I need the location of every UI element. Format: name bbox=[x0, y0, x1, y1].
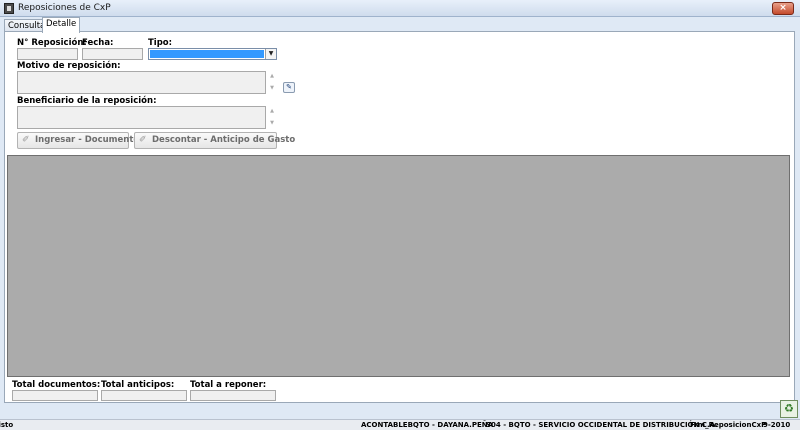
search-tool-icon[interactable]: ✎ bbox=[283, 82, 295, 93]
pencil-icon: ✐ bbox=[22, 135, 30, 145]
fecha-field[interactable] bbox=[82, 48, 143, 60]
total-documentos-label: Total documentos: bbox=[12, 380, 101, 390]
document-icon bbox=[4, 3, 14, 14]
numero-reposicion-field[interactable] bbox=[17, 48, 78, 60]
ingresar-documento-label: Ingresar - Documento bbox=[35, 135, 140, 145]
status-user: ACONTABLEBQTO - DAYANA.PEÑA bbox=[361, 421, 494, 429]
documents-grid[interactable] bbox=[7, 155, 790, 377]
total-reponer-field bbox=[190, 390, 276, 401]
pencil-icon: ✐ bbox=[139, 135, 147, 145]
descontar-anticipo-button[interactable]: ✐ Descontar - Anticipo de Gasto bbox=[134, 132, 295, 149]
recycle-icon[interactable]: ♻ bbox=[780, 400, 798, 418]
beneficiario-field[interactable] bbox=[17, 106, 266, 129]
descontar-anticipo-label: Descontar - Anticipo de Gasto bbox=[152, 135, 296, 145]
total-anticipos-field bbox=[101, 390, 187, 401]
tab-detalle[interactable]: Detalle bbox=[42, 17, 81, 33]
status-company: S04 - BQTO - SERVICIO OCCIDENTAL DE DIST… bbox=[486, 421, 718, 429]
tipo-dropdown[interactable]: ▼ bbox=[148, 48, 277, 60]
beneficiario-label: Beneficiario de la reposición: bbox=[17, 96, 157, 106]
tipo-label: Tipo: bbox=[148, 38, 173, 48]
status-bar: Listo ACONTABLEBQTO - DAYANA.PEÑA S04 - … bbox=[0, 419, 800, 430]
title-bar: Reposiciones de CxP × bbox=[0, 0, 800, 17]
status-form: Frm_ReposicionCxP bbox=[690, 421, 767, 429]
total-documentos-field bbox=[12, 390, 98, 401]
motivo-label: Motivo de reposición: bbox=[17, 61, 121, 71]
ingresar-documento-button[interactable]: ✐ Ingresar - Documento bbox=[17, 132, 139, 149]
beneficiario-scrollbar[interactable]: ▲ ▼ bbox=[268, 108, 276, 126]
fecha-label: Fecha: bbox=[82, 38, 114, 48]
chevron-down-icon[interactable]: ▼ bbox=[265, 49, 276, 59]
close-button[interactable]: × bbox=[772, 2, 794, 15]
tipo-selected-value bbox=[150, 50, 264, 58]
motivo-scrollbar[interactable]: ▲ ▼ bbox=[268, 73, 276, 91]
total-anticipos-label: Total anticipos: bbox=[101, 380, 175, 390]
status-state: Listo bbox=[0, 421, 14, 429]
motivo-field[interactable] bbox=[17, 71, 266, 94]
window-title: Reposiciones de CxP bbox=[18, 3, 111, 13]
status-period: 9-2010 bbox=[763, 421, 791, 429]
total-reponer-label: Total a reponer: bbox=[190, 380, 267, 390]
numero-reposicion-label: N° Reposición: bbox=[17, 38, 87, 48]
